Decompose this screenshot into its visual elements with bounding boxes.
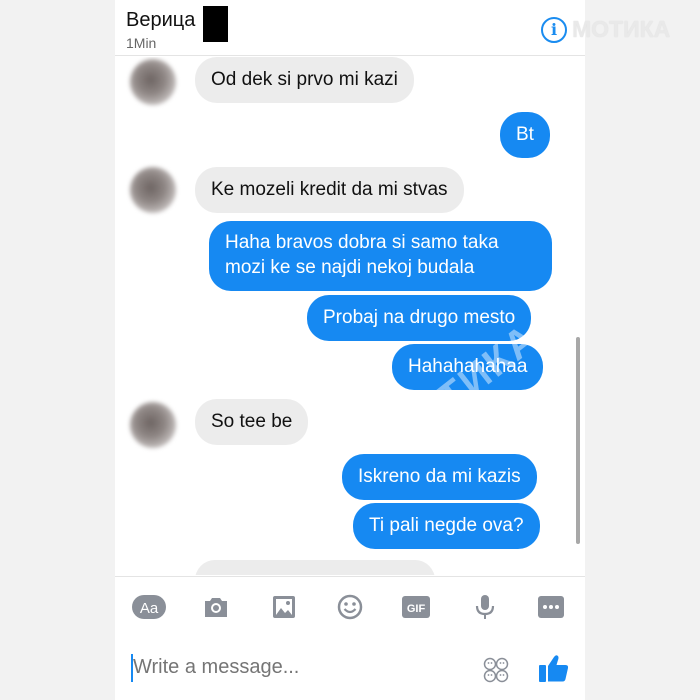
last-active-status: 1Min <box>126 35 157 51</box>
gif-icon[interactable]: GIF <box>401 593 431 621</box>
scrollbar[interactable] <box>576 337 580 544</box>
message-bubble-incoming[interactable]: Ke mozeli kredit da mi stvas <box>195 167 464 213</box>
camera-icon[interactable] <box>202 593 230 621</box>
conversation-header: Верица 1Min i <box>115 0 585 56</box>
info-icon[interactable]: i <box>541 17 567 43</box>
emoji-grid-icon[interactable] <box>482 656 510 684</box>
message-bubble-outgoing[interactable]: Iskreno da mi kazis <box>342 454 537 500</box>
contact-name[interactable]: Верица <box>126 9 195 32</box>
message-bubble-outgoing[interactable]: Bt <box>500 112 550 158</box>
emoji-icon[interactable] <box>336 593 364 621</box>
message-bubble-incoming[interactable]: So tee be <box>195 399 309 445</box>
messenger-window: Верица 1Min i Od dek si prvo mi kazi Bt … <box>115 0 585 700</box>
message-composer <box>115 637 585 700</box>
message-input[interactable] <box>133 656 383 679</box>
more-icon[interactable] <box>537 593 565 621</box>
text-size-label: Aa <box>140 600 159 617</box>
message-bubble-outgoing[interactable]: Ti pali negde ova? <box>353 503 540 549</box>
contact-avatar[interactable] <box>130 402 176 448</box>
text-size-icon[interactable]: Aa <box>131 593 167 621</box>
message-bubble-partial[interactable] <box>195 560 435 575</box>
gallery-icon[interactable] <box>270 593 298 621</box>
message-bubble-incoming[interactable]: Od dek si prvo mi kazi <box>195 57 414 103</box>
message-bubble-outgoing[interactable]: Haha bravos dobra si samo taka mozi ke s… <box>209 221 552 291</box>
redaction-block <box>203 6 228 42</box>
gif-label: GIF <box>407 603 426 615</box>
microphone-icon[interactable] <box>471 593 499 621</box>
message-list[interactable]: Od dek si prvo mi kazi Bt Ke mozeli kred… <box>115 57 585 575</box>
thumbs-up-icon[interactable] <box>537 651 571 685</box>
contact-avatar[interactable] <box>130 59 176 105</box>
composer-toolbar: Aa GIF <box>115 576 585 636</box>
watermark-logo: МОТИКА <box>572 16 671 42</box>
contact-avatar[interactable] <box>130 167 176 213</box>
